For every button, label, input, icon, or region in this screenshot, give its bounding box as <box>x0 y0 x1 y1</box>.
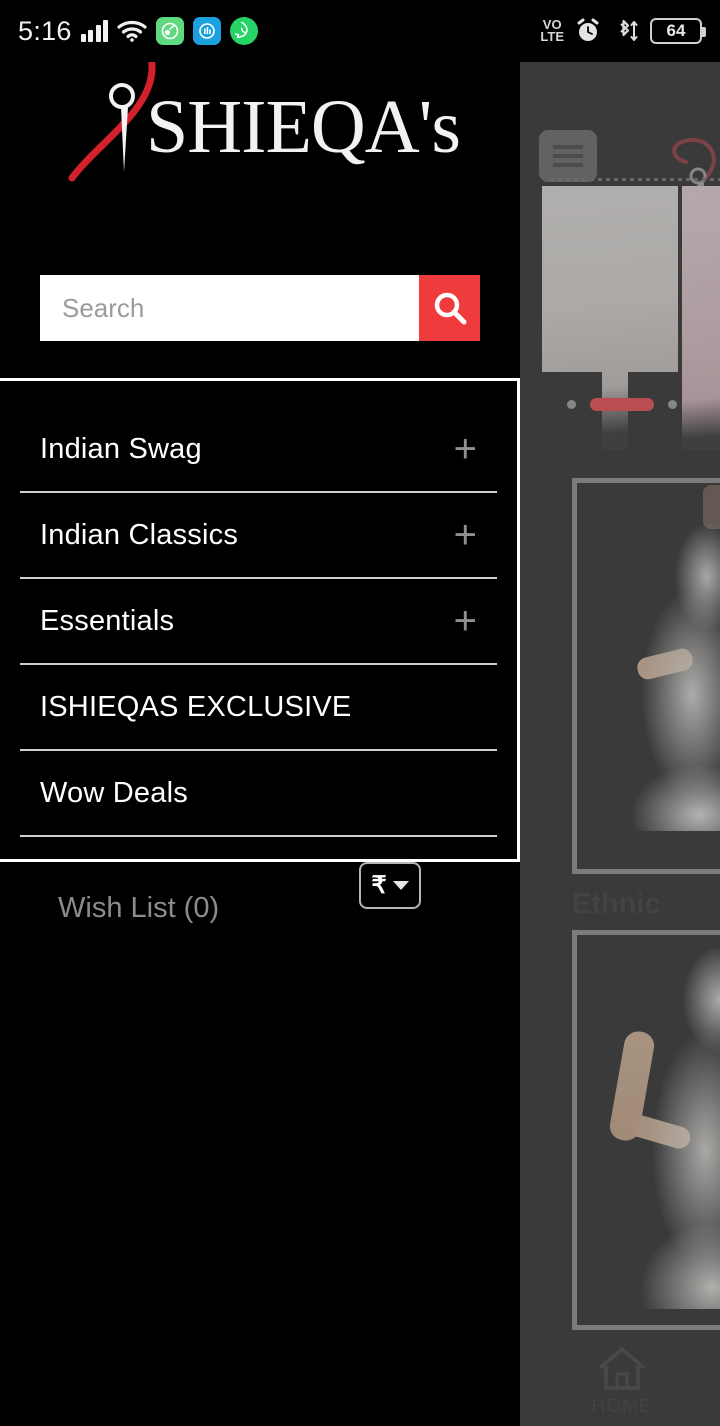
carousel-dot[interactable] <box>668 400 677 409</box>
wish-list-row: Wish List (0) <box>0 860 520 960</box>
bottom-navigation-bar: HOME <box>524 1334 720 1426</box>
media-app-icon <box>199 23 216 39</box>
hamburger-menu-icon[interactable] <box>539 130 597 182</box>
whatsapp-glyph-icon <box>235 22 248 39</box>
product-image <box>577 935 720 1325</box>
wifi-icon <box>117 20 147 42</box>
status-bar-left: 5:16 <box>18 15 259 47</box>
volte-icon: VO LTE <box>540 17 564 44</box>
home-icon <box>598 1347 646 1390</box>
status-bar-clock: 5:16 <box>18 15 72 46</box>
hamburger-line <box>553 163 583 167</box>
mannequin-neck <box>703 485 720 529</box>
product-image <box>577 483 720 869</box>
hamburger-line <box>553 154 583 158</box>
menu-item-label: Indian Swag <box>40 432 202 465</box>
menu-item-label: Indian Classics <box>40 518 239 551</box>
status-bar-right: VO LTE 64 <box>540 17 706 45</box>
battery-level-text: 64 <box>666 21 686 40</box>
plus-icon[interactable]: + <box>454 515 495 555</box>
blue-app-icon <box>193 17 222 45</box>
search-button[interactable] <box>419 275 480 341</box>
cellular-signal-icon <box>80 20 109 42</box>
header-divider <box>550 178 720 181</box>
bluetooth-transfer-icon <box>620 19 638 41</box>
menu-item-indian-swag[interactable]: Indian Swag + <box>0 407 517 491</box>
mannequin-arm <box>607 1029 657 1143</box>
drawer-menu-list: Indian Swag + Indian Classics + Essentia… <box>0 378 520 862</box>
phone-screen: Ethnic HOME SHIEQA's Search Indian Swag … <box>0 0 720 1426</box>
menu-item-wow-deals[interactable]: Wow Deals <box>0 751 517 835</box>
mannequin-arm <box>635 646 695 682</box>
wish-list-link[interactable]: Wish List (0) <box>58 892 219 925</box>
chevron-down-icon <box>392 881 409 890</box>
currency-selector[interactable]: ₹ <box>359 862 421 909</box>
menu-item-label: ISHIEQAS EXCLUSIVE <box>40 690 352 723</box>
svg-text:SHIEQA's: SHIEQA's <box>146 85 460 169</box>
menu-item-ishieqas-exclusive[interactable]: ISHIEQAS EXCLUSIVE <box>0 665 517 749</box>
menu-item-essentials[interactable]: Essentials + <box>0 579 517 663</box>
whatsapp-icon <box>230 17 259 45</box>
category-title: Ethnic <box>572 888 661 920</box>
search-input[interactable] <box>40 275 419 341</box>
bottom-nav-label: HOME <box>591 1396 653 1417</box>
carousel-dot[interactable] <box>567 400 576 409</box>
hamburger-line <box>553 145 583 149</box>
green-app-icon <box>156 17 185 45</box>
menu-item-label: Wow Deals <box>40 776 188 809</box>
bottom-nav-item-home[interactable]: HOME <box>524 1346 720 1418</box>
carousel-dot-active[interactable] <box>590 398 654 411</box>
promo-carousel[interactable] <box>524 186 720 450</box>
chat-bubble-icon <box>161 22 179 40</box>
carousel-slide-shadow <box>628 372 680 450</box>
carousel-pagination[interactable] <box>524 398 720 411</box>
menu-item-indian-classics[interactable]: Indian Classics + <box>0 493 517 577</box>
plus-icon[interactable]: + <box>454 601 495 641</box>
battery-indicator: 64 <box>650 18 706 44</box>
navigation-drawer: SHIEQA's Indian Swag + In <box>0 0 520 1426</box>
search-bar[interactable] <box>40 275 480 341</box>
product-card[interactable] <box>572 930 720 1330</box>
menu-item-label: Essentials <box>40 604 175 637</box>
carousel-slide-shadow <box>542 372 602 450</box>
product-card[interactable] <box>572 478 720 874</box>
search-icon <box>434 292 466 325</box>
alarm-clock-icon <box>577 18 599 41</box>
plus-icon[interactable]: + <box>454 429 495 469</box>
status-bar: 5:16 VO LTE 64 <box>0 0 720 62</box>
mannequin-forearm <box>627 1112 693 1152</box>
rupee-icon: ₹ <box>371 871 387 899</box>
